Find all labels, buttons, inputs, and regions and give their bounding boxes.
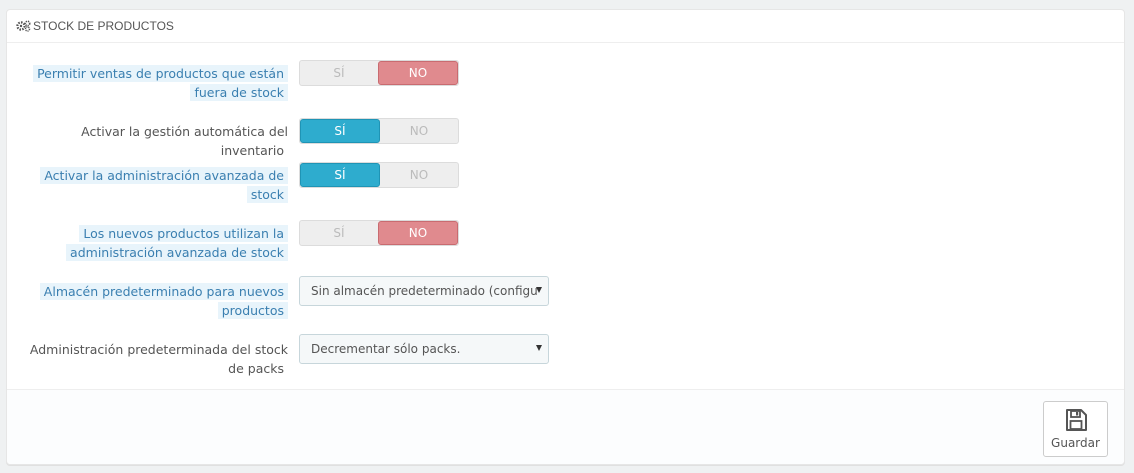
switch-no-option[interactable]: NO: [378, 221, 458, 245]
switch-yes-option[interactable]: SÍ: [300, 221, 378, 245]
switch-yes-option[interactable]: SÍ: [300, 119, 380, 143]
panel-heading: Stock de productos: [7, 10, 1124, 43]
field-label-default-warehouse[interactable]: Almacén predeterminado para nuevos produ…: [18, 282, 288, 320]
field-label-pack-stock-management: Administración predeterminada del stock …: [29, 342, 288, 376]
save-button[interactable]: Guardar: [1043, 401, 1108, 457]
panel-title: Stock de productos: [33, 19, 174, 33]
auto-stock-management-switch[interactable]: SÍ NO: [299, 118, 459, 144]
switch-no-option[interactable]: NO: [380, 163, 458, 187]
allow-oos-sales-switch[interactable]: SÍ NO: [299, 60, 459, 86]
field-label-auto-stock-management: Activar la gestión automática del invent…: [81, 124, 288, 158]
caret-down-icon: [536, 287, 542, 293]
cogs-icon: [16, 20, 31, 32]
caret-down-icon: [536, 345, 542, 351]
switch-yes-option[interactable]: SÍ: [300, 61, 378, 85]
select-value: Sin almacén predeterminado (configu: [311, 284, 538, 298]
field-label-allow-oos-sales[interactable]: Permitir ventas de productos que están f…: [18, 64, 288, 102]
panel-footer: Guardar: [7, 389, 1124, 464]
field-label-advanced-stock-management[interactable]: Activar la administración avanzada de st…: [18, 166, 288, 204]
save-button-label: Guardar: [1051, 436, 1100, 450]
switch-no-option[interactable]: NO: [380, 119, 458, 143]
pack-stock-management-select[interactable]: Decrementar sólo packs.: [299, 334, 549, 364]
new-products-advanced-stock-switch[interactable]: SÍ NO: [299, 220, 459, 246]
default-warehouse-select[interactable]: Sin almacén predeterminado (configu: [299, 276, 549, 306]
select-value: Decrementar sólo packs.: [311, 342, 461, 356]
floppy-disk-icon: [1065, 409, 1087, 431]
field-label-new-products-advanced-stock[interactable]: Los nuevos productos utilizan la adminis…: [18, 224, 288, 262]
switch-no-option[interactable]: NO: [378, 61, 458, 85]
advanced-stock-management-switch[interactable]: SÍ NO: [299, 162, 459, 188]
switch-yes-option[interactable]: SÍ: [300, 163, 380, 187]
stock-panel: Stock de productos Permitir ventas de pr…: [6, 9, 1125, 465]
